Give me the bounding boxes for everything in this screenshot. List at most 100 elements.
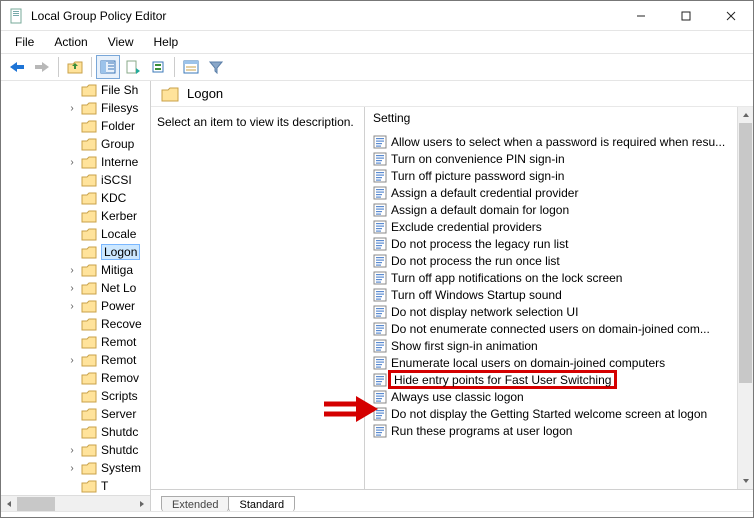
setting-row[interactable]: Assign a default domain for logon	[373, 201, 733, 218]
description-prompt: Select an item to view its description.	[157, 115, 354, 129]
tree-item-label: Recove	[101, 317, 142, 331]
tree-item[interactable]: T	[1, 477, 150, 495]
tree-item-label: Net Lo	[101, 281, 136, 295]
refresh-button[interactable]	[146, 55, 170, 79]
tree-item[interactable]: Shutdc	[1, 423, 150, 441]
setting-row[interactable]: Enumerate local users on domain-joined c…	[373, 354, 733, 371]
tree-item[interactable]: › Power	[1, 297, 150, 315]
tree-item[interactable]: Group	[1, 135, 150, 153]
setting-label: Enumerate local users on domain-joined c…	[391, 356, 665, 370]
setting-label: Turn off Windows Startup sound	[391, 288, 562, 302]
setting-row[interactable]: Do not display the Getting Started welco…	[373, 405, 733, 422]
setting-label: Always use classic logon	[391, 390, 524, 404]
menu-view[interactable]: View	[100, 33, 142, 51]
tree-item[interactable]: KDC	[1, 189, 150, 207]
app-icon	[9, 8, 25, 24]
tree-item-label: Filesys	[101, 101, 138, 115]
expander-icon[interactable]: ›	[67, 265, 77, 276]
tree-pane: File Sh › Filesys FolderGroup › Interne iSCSI K…	[1, 81, 151, 511]
menu-action[interactable]: Action	[46, 33, 95, 51]
tree-horizontal-scrollbar[interactable]	[1, 495, 150, 511]
scroll-down-icon[interactable]	[738, 473, 753, 489]
minimize-button[interactable]	[618, 1, 663, 31]
tree-item-label: Remot	[101, 335, 136, 349]
setting-label: Do not enumerate connected users on doma…	[391, 322, 710, 336]
setting-label: Assign a default domain for logon	[391, 203, 569, 217]
tree-item[interactable]: Remov	[1, 369, 150, 387]
expander-icon[interactable]: ›	[67, 463, 77, 474]
tree-item[interactable]: Scripts	[1, 387, 150, 405]
list-vertical-scrollbar[interactable]	[737, 107, 753, 489]
menu-file[interactable]: File	[7, 33, 42, 51]
setting-row[interactable]: Do not enumerate connected users on doma…	[373, 320, 733, 337]
tree-item-label: Shutdc	[101, 443, 138, 457]
tree-item-label: System	[101, 461, 141, 475]
setting-row[interactable]: Turn off Windows Startup sound	[373, 286, 733, 303]
tree-item[interactable]: File Sh	[1, 81, 150, 99]
tree-item[interactable]: Locale	[1, 225, 150, 243]
setting-row[interactable]: Assign a default credential provider	[373, 184, 733, 201]
up-folder-button[interactable]	[63, 55, 87, 79]
expander-icon[interactable]: ›	[67, 157, 77, 168]
properties-button[interactable]	[179, 55, 203, 79]
setting-label: Hide entry points for Fast User Switchin…	[388, 370, 617, 389]
setting-row[interactable]: Do not process the run once list	[373, 252, 733, 269]
setting-row[interactable]: Show first sign-in animation	[373, 337, 733, 354]
expander-icon[interactable]: ›	[67, 355, 77, 366]
tree-item[interactable]: ›Remot	[1, 351, 150, 369]
tree-item[interactable]: ›Mitiga	[1, 261, 150, 279]
setting-row[interactable]: Allow users to select when a password is…	[373, 133, 733, 150]
setting-row[interactable]: Run these programs at user logon	[373, 422, 733, 439]
scroll-hthumb[interactable]	[17, 497, 55, 511]
setting-row[interactable]: Do not display network selection UI	[373, 303, 733, 320]
scroll-left-icon[interactable]	[1, 496, 17, 512]
tree-item[interactable]: Kerber	[1, 207, 150, 225]
setting-label: Exclude credential providers	[391, 220, 542, 234]
tree-item-label: Interne	[101, 155, 138, 169]
tree-item[interactable]: Recove	[1, 315, 150, 333]
expander-icon[interactable]: ›	[67, 283, 77, 294]
show-hide-tree-button[interactable]	[96, 55, 120, 79]
tree-item[interactable]: › Net Lo	[1, 279, 150, 297]
tree-item[interactable]: › System	[1, 459, 150, 477]
scroll-up-icon[interactable]	[738, 107, 753, 123]
expander-icon[interactable]: ›	[67, 103, 77, 114]
tree-item[interactable]: Logon	[1, 243, 150, 261]
export-list-button[interactable]	[121, 55, 145, 79]
setting-label: Show first sign-in animation	[391, 339, 538, 353]
tree-item[interactable]: › Filesys	[1, 99, 150, 117]
tree-item[interactable]: › Shutdc	[1, 441, 150, 459]
tree-item-label: Power	[101, 299, 135, 313]
close-button[interactable]	[708, 1, 753, 31]
setting-row[interactable]: Do not process the legacy run list	[373, 235, 733, 252]
back-button[interactable]	[5, 55, 29, 79]
tree-item[interactable]: Remot	[1, 333, 150, 351]
column-header-setting[interactable]: Setting	[373, 111, 410, 125]
setting-label: Do not display the Getting Started welco…	[391, 407, 707, 421]
setting-row[interactable]: Exclude credential providers	[373, 218, 733, 235]
setting-row[interactable]: Always use classic logon	[373, 388, 733, 405]
setting-row[interactable]: Turn off app notifications on the lock s…	[373, 269, 733, 286]
setting-row[interactable]: Turn off picture password sign-in	[373, 167, 733, 184]
tree-item[interactable]: › Interne	[1, 153, 150, 171]
tree-item[interactable]: iSCSI	[1, 171, 150, 189]
maximize-button[interactable]	[663, 1, 708, 31]
setting-label: Assign a default credential provider	[391, 186, 578, 200]
scroll-vthumb[interactable]	[739, 123, 752, 383]
expander-icon[interactable]: ›	[67, 301, 77, 312]
expander-icon[interactable]: ›	[67, 445, 77, 456]
setting-label: Run these programs at user logon	[391, 424, 572, 438]
filter-button[interactable]	[204, 55, 228, 79]
scroll-right-icon[interactable]	[134, 496, 150, 512]
tab-extended[interactable]: Extended	[161, 496, 229, 511]
menu-help[interactable]: Help	[146, 33, 187, 51]
forward-button[interactable]	[30, 55, 54, 79]
setting-row[interactable]: Turn on convenience PIN sign-in	[373, 150, 733, 167]
tree-item[interactable]: Folder	[1, 117, 150, 135]
setting-label: Turn off app notifications on the lock s…	[391, 271, 622, 285]
tree-item[interactable]: Server	[1, 405, 150, 423]
tree-item-label: Remov	[101, 371, 139, 385]
tree-item-label: KDC	[101, 191, 126, 205]
tab-standard[interactable]: Standard	[228, 496, 295, 511]
setting-row[interactable]: Hide entry points for Fast User Switchin…	[373, 371, 733, 388]
